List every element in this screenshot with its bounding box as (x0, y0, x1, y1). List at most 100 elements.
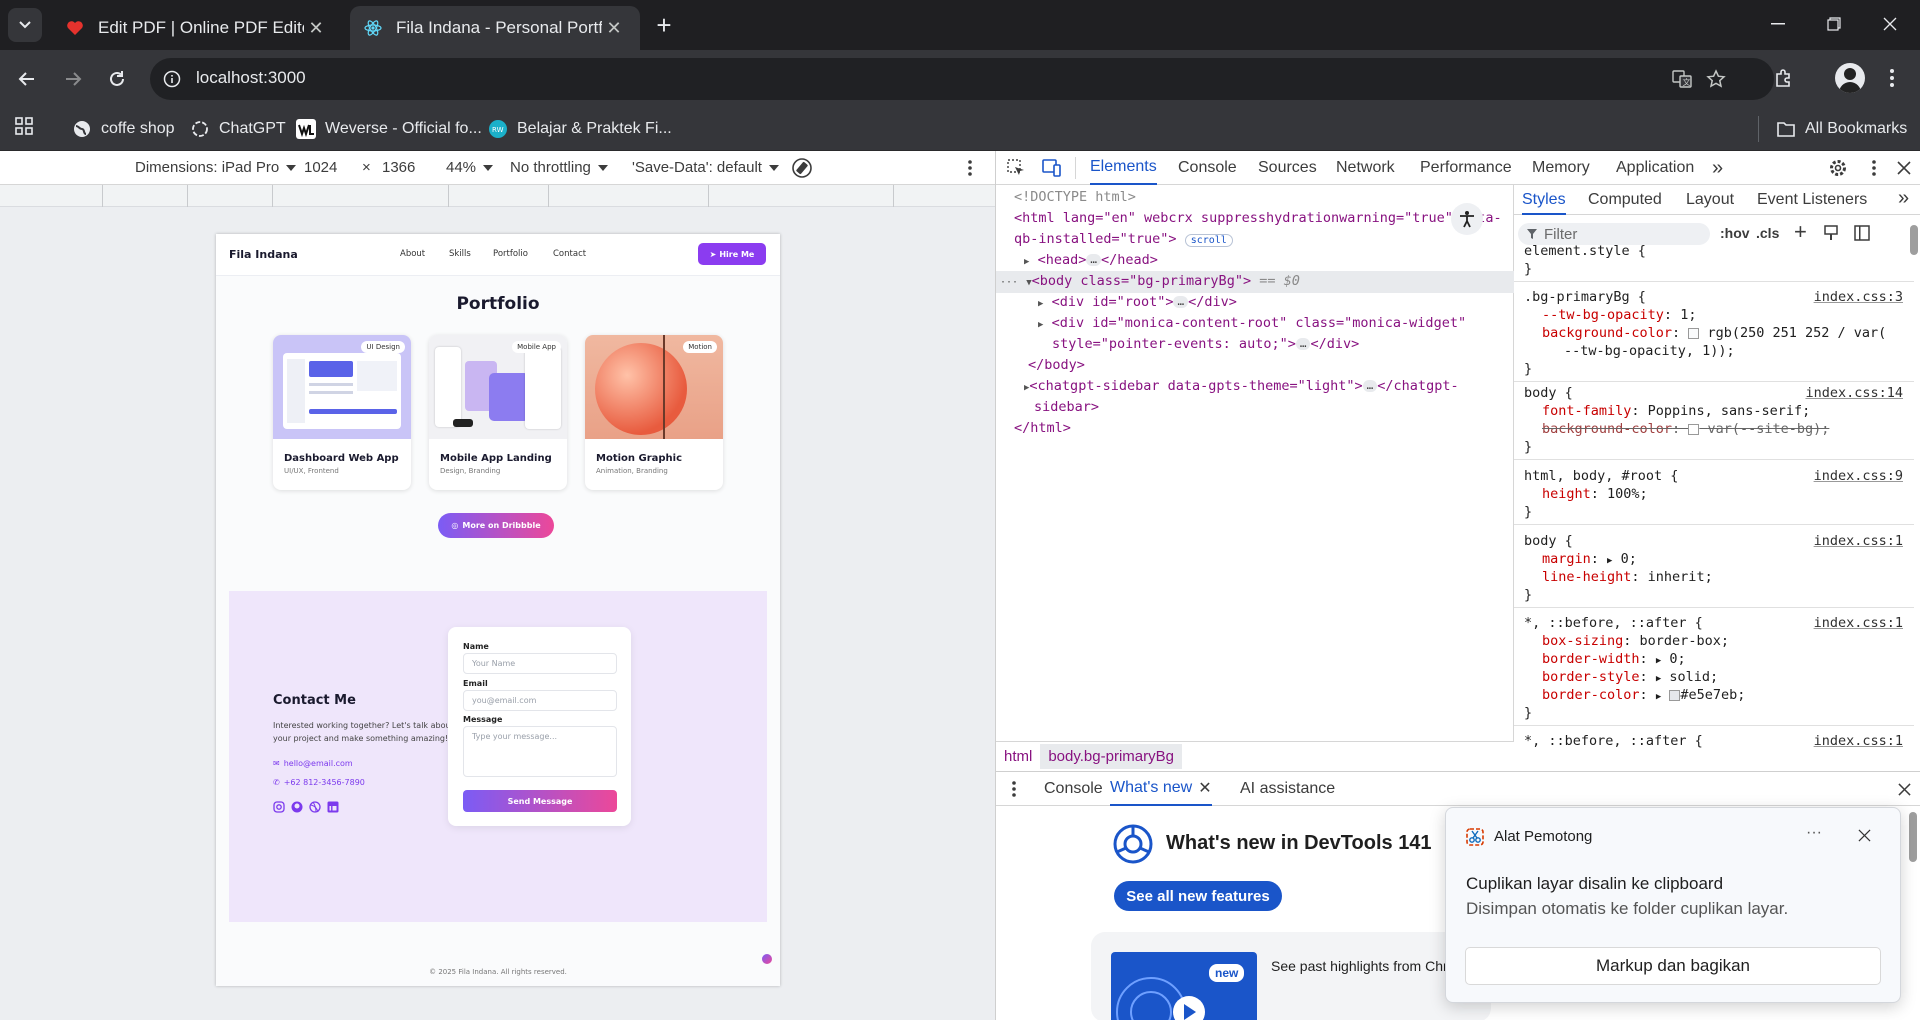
tab-sources[interactable]: Sources (1258, 151, 1317, 185)
tab-performance[interactable]: Performance (1420, 151, 1512, 185)
address-bar[interactable]: localhost:3000 文 (150, 58, 1774, 100)
tab-search-button[interactable] (8, 8, 42, 42)
translate-icon[interactable]: 文 (1670, 67, 1694, 91)
hov-toggle[interactable]: :hov (1720, 225, 1750, 241)
tab-elements[interactable]: Elements (1090, 151, 1157, 185)
dom-ellipsis[interactable]: … (1295, 338, 1311, 350)
rule-decl[interactable]: border-width: ▶ 0; (1542, 651, 1686, 667)
rule-selector[interactable]: .bg-primaryBg { (1524, 289, 1646, 305)
device-more-icon[interactable] (958, 156, 982, 180)
dom-doctype[interactable]: <!DOCTYPE html> (1014, 189, 1136, 205)
floating-widget-icon[interactable] (762, 954, 772, 964)
styles-filter[interactable]: Filter (1518, 223, 1710, 245)
browser-menu-icon[interactable] (1874, 60, 1910, 96)
dom-html-close[interactable]: </html> (1014, 420, 1071, 436)
cls-toggle[interactable]: .cls (1756, 225, 1779, 241)
send-message-button[interactable]: Send Message (463, 790, 617, 812)
close-icon[interactable] (1858, 829, 1871, 842)
rule-decl[interactable]: margin: ▶ 0; (1542, 551, 1637, 567)
rule-source-link[interactable]: index.css:9 (1814, 468, 1903, 484)
rule-source-link[interactable]: index.css:3 (1814, 289, 1903, 305)
paint-icon[interactable] (1824, 225, 1840, 241)
drawer-tab-whats-new[interactable]: What's new ✕ (1110, 772, 1212, 806)
dom-html-open[interactable]: <html lang="en" webcrx suppresshydration… (1014, 210, 1502, 226)
highlights-card[interactable]: new See past highlights from Chr (1091, 932, 1491, 1020)
dom-ellipsis[interactable]: … (1173, 296, 1189, 308)
bookmark-belajar[interactable]: RW Belajar & Praktek Fi... (488, 113, 672, 145)
markup-share-button[interactable]: Markup dan bagikan (1465, 947, 1881, 985)
scroll-badge[interactable]: scroll (1184, 234, 1233, 247)
close-icon[interactable]: ✕ (1198, 778, 1211, 798)
new-tab-button[interactable]: + (648, 9, 680, 41)
rule-decl[interactable]: border-style: ▶ solid; (1542, 669, 1718, 685)
more-tabs-icon[interactable]: » (1712, 151, 1723, 185)
drawer-tab-console[interactable]: Console (1044, 780, 1103, 798)
rule-selector[interactable]: html, body, #root { (1524, 468, 1678, 484)
name-input[interactable]: Your Name (463, 653, 617, 674)
rule-source-link[interactable]: index.css:1 (1814, 733, 1903, 749)
close-window-button[interactable] (1862, 4, 1918, 44)
rule-source-link[interactable]: index.css:14 (1805, 385, 1903, 401)
notification-more-icon[interactable]: ··· (1806, 824, 1822, 842)
rule-selector[interactable]: body { (1524, 533, 1573, 549)
contact-phone[interactable]: ✆ +62 812-3456-7890 (273, 778, 365, 787)
close-drawer-icon[interactable] (1898, 783, 1911, 796)
rule-selector[interactable]: body { (1524, 385, 1573, 401)
rule-decl[interactable]: background-color: rgb(250 251 252 / var( (1542, 325, 1886, 341)
dom-body-open[interactable]: ··· ▼<body class="bg-primaryBg"> == $0 (1000, 273, 1300, 289)
profile-avatar[interactable] (1835, 63, 1865, 93)
restore-button[interactable] (1806, 4, 1862, 44)
settings-gear-icon[interactable] (1826, 156, 1850, 180)
height-input[interactable]: 1366 (382, 159, 415, 176)
tab-console[interactable]: Console (1178, 151, 1237, 185)
hire-me-button[interactable]: ➤ Hire Me (698, 243, 766, 265)
rule-decl[interactable]: border-color: ▶ #e5e7eb; (1542, 687, 1745, 703)
new-rule-icon[interactable]: + (1794, 219, 1807, 245)
dom-html-open-cont[interactable]: qb-installed="true"> scroll (1014, 231, 1233, 247)
dom-root-div[interactable]: ▶ <div id="root">… </div> (1038, 294, 1237, 310)
devtools-menu-icon[interactable] (1862, 156, 1886, 180)
accessibility-icon[interactable] (1451, 203, 1483, 235)
back-button[interactable] (8, 60, 46, 98)
width-input[interactable]: 1024 (304, 159, 337, 176)
more-tabs-icon[interactable]: » (1898, 187, 1909, 210)
color-swatch[interactable] (1688, 423, 1700, 435)
contact-email[interactable]: ✉ hello@email.com (273, 759, 353, 768)
tab-memory[interactable]: Memory (1532, 151, 1590, 185)
close-icon[interactable]: ✕ (602, 16, 626, 40)
tab-edit-pdf[interactable]: Edit PDF | Online PDF Editor and ✕ (52, 6, 342, 50)
close-devtools-icon[interactable] (1892, 156, 1916, 180)
rule-decl[interactable]: box-sizing: border-box; (1542, 633, 1729, 649)
tab-styles[interactable]: Styles (1522, 191, 1566, 215)
rule-decl[interactable]: font-family: Poppins, sans-serif; (1542, 403, 1810, 419)
dom-head[interactable]: ▶ <head>… </head> (1024, 252, 1158, 268)
drawer-menu-icon[interactable] (1012, 781, 1016, 797)
sidebar-toggle-icon[interactable] (1854, 225, 1870, 241)
tab-network[interactable]: Network (1336, 151, 1395, 185)
inspect-element-icon[interactable] (1004, 156, 1028, 180)
forward-button[interactable] (54, 60, 92, 98)
rotate-icon[interactable] (790, 156, 814, 180)
bookmark-weverse[interactable]: Weverse - Official fo... (296, 113, 482, 145)
rule-decl[interactable]: --tw-bg-opacity: 1; (1542, 307, 1696, 323)
rule-selector[interactable]: *, ::before, ::after { (1524, 615, 1703, 631)
color-swatch[interactable] (1669, 689, 1681, 701)
dribbble-icon[interactable] (309, 801, 321, 813)
bookmark-coffe-shop[interactable]: coffe shop (72, 113, 175, 145)
dom-body-close[interactable]: </body> (1028, 357, 1085, 373)
portfolio-card-mobile[interactable]: Mobile App Mobile App Landing Design, Br… (429, 335, 567, 490)
nav-portfolio[interactable]: Portfolio (493, 249, 528, 259)
tab-computed[interactable]: Computed (1588, 191, 1662, 209)
save-data-select[interactable]: 'Save-Data': default (632, 159, 780, 176)
rule-decl[interactable]: height: 100%; (1542, 486, 1648, 502)
nav-about[interactable]: About (400, 249, 425, 259)
tab-application[interactable]: Application (1616, 151, 1694, 185)
dom-ellipsis[interactable]: … (1086, 254, 1101, 266)
drawer-tab-ai-assistance[interactable]: AI assistance (1240, 780, 1335, 798)
portfolio-card-dashboard[interactable]: UI Design Dashboard Web App UI/UX, Front… (273, 335, 411, 490)
zoom-select[interactable]: 44% (446, 159, 494, 176)
linkedin-icon[interactable] (327, 801, 339, 813)
styles-scrollbar[interactable] (1910, 225, 1918, 255)
dom-monica-div-cont[interactable]: style="pointer-events: auto;">… </div> (1052, 336, 1359, 352)
see-all-features-button[interactable]: See all new features (1114, 881, 1282, 911)
